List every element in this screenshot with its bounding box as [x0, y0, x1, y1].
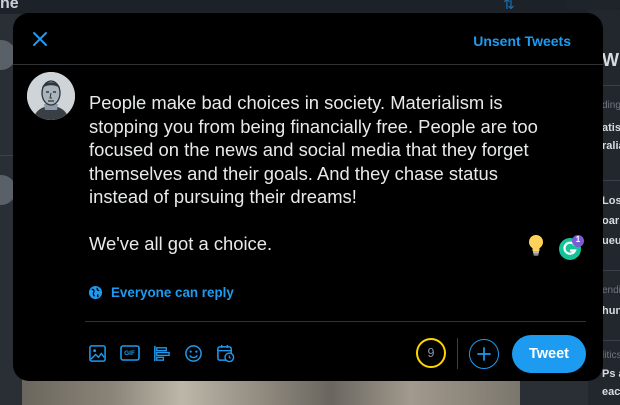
footer-divider: [85, 321, 586, 322]
emoji-icon: [185, 344, 202, 362]
image-icon: [89, 344, 106, 362]
add-tweet-button[interactable]: [469, 339, 499, 369]
reply-setting-button[interactable]: Everyone can reply: [88, 285, 234, 300]
background-top-bar: [0, 0, 620, 14]
close-x-icon: [33, 32, 47, 46]
compose-tweet-modal: Unsent Tweets People make bad choices in…: [13, 13, 603, 381]
tweet-text-editor[interactable]: People make bad choices in society. Mate…: [89, 91, 559, 256]
poll-icon: [154, 345, 170, 361]
tweet-button[interactable]: Tweet: [512, 335, 586, 373]
reply-setting-label: Everyone can reply: [111, 285, 234, 300]
add-poll-button[interactable]: [151, 342, 172, 364]
schedule-button[interactable]: [215, 342, 236, 364]
globe-icon: [88, 285, 103, 300]
sort-arrow-icon: ⇅: [503, 0, 515, 12]
trend-item: endi: [602, 285, 620, 296]
header-divider: [13, 64, 603, 65]
user-avatar[interactable]: [27, 72, 75, 120]
character-counter: 9: [416, 338, 446, 368]
trend-item: each: [602, 386, 620, 398]
background-left-title: ne: [0, 0, 19, 12]
add-media-button[interactable]: [87, 342, 108, 364]
schedule-icon: [217, 344, 235, 362]
add-emoji-button[interactable]: [183, 342, 204, 364]
compose-toolbar: GIF: [87, 342, 236, 364]
trend-item: ueu: [602, 235, 620, 247]
trend-item: ralia: [602, 140, 620, 152]
trend-item: Ps a: [602, 368, 620, 380]
background-right-top: [566, 0, 620, 10]
plus-icon: [477, 347, 491, 361]
trend-item: Los: [602, 195, 620, 207]
close-button[interactable]: [30, 29, 50, 49]
trend-item: oar: [602, 215, 620, 227]
add-gif-button[interactable]: GIF: [119, 342, 140, 364]
counter-divider: [457, 338, 458, 369]
trends-heading: Wha: [602, 50, 620, 70]
grammarly-badge-count: 1: [575, 235, 581, 244]
gif-label: GIF: [124, 350, 135, 357]
unsent-tweets-link[interactable]: Unsent Tweets: [473, 33, 571, 49]
background-post-image: [22, 378, 520, 405]
lightbulb-icon[interactable]: [528, 234, 544, 258]
trend-item: ding yo: [602, 100, 620, 111]
grammarly-icon[interactable]: 1: [558, 235, 584, 261]
trend-item: atist: [602, 122, 620, 134]
trend-item: hun: [602, 305, 620, 317]
avatar-portrait-icon: [27, 72, 75, 120]
trend-item: litics: [602, 350, 620, 361]
